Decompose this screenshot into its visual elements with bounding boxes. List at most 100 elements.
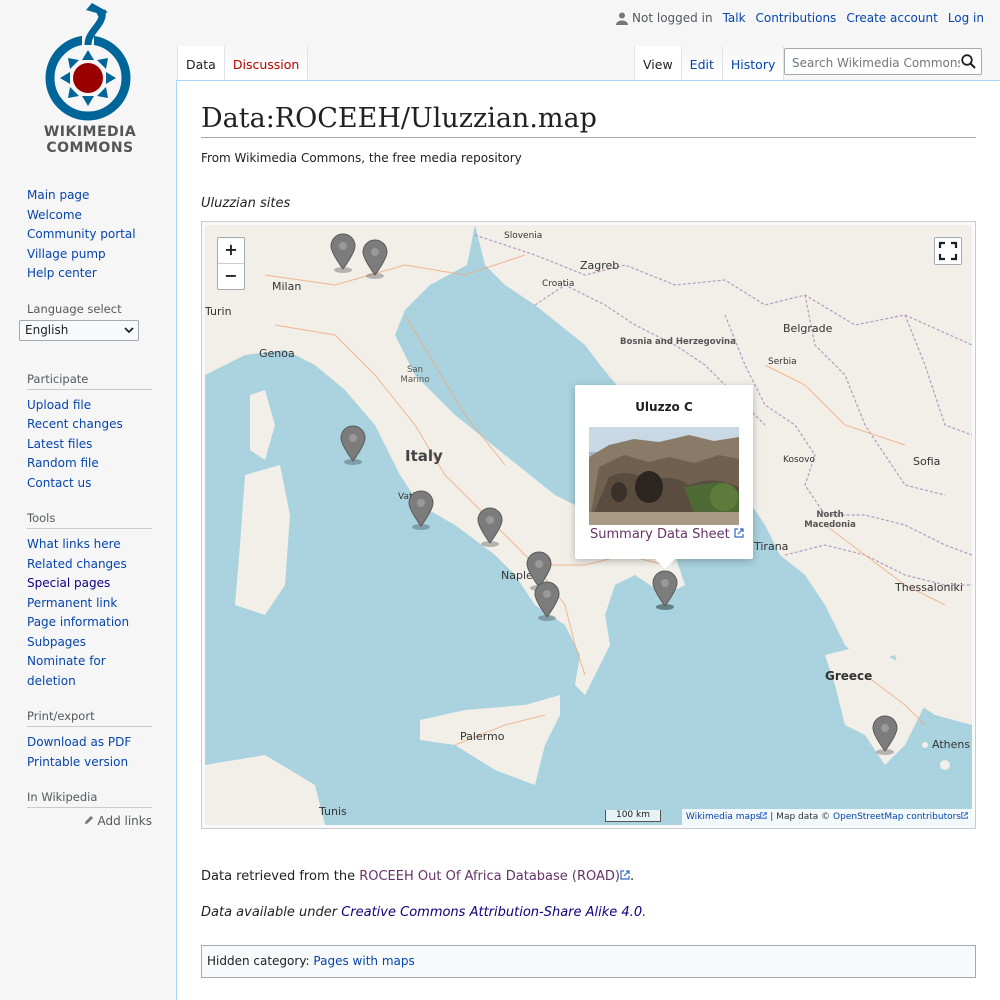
print-export-heading: Print/export xyxy=(27,709,152,727)
site-marker[interactable] xyxy=(871,715,899,755)
logo-line-2: COMMONS xyxy=(46,140,134,156)
search-input[interactable] xyxy=(790,52,962,73)
search-box xyxy=(784,48,982,75)
tab-history[interactable]: History xyxy=(721,46,785,80)
interactive-map[interactable]: Slovenia Zagreb Milan Turin Croatia Belg… xyxy=(205,225,972,825)
map-label-genoa: Genoa xyxy=(259,347,295,360)
license-link[interactable]: Creative Commons Attribution-Share Alike… xyxy=(341,905,642,920)
map-label-slovenia: Slovenia xyxy=(504,231,543,241)
not-logged-in-text: Not logged in xyxy=(632,11,713,25)
create-account-link[interactable]: Create account xyxy=(846,11,938,25)
search-icon[interactable] xyxy=(961,54,976,69)
site-marker[interactable] xyxy=(329,233,357,273)
sidebar-item-nominate-for-deletion[interactable]: Nominate for deletion xyxy=(27,654,106,688)
sidebar-item-printable-version[interactable]: Printable version xyxy=(27,755,128,769)
talk-link[interactable]: Talk xyxy=(723,11,746,25)
map-scale: 100 km xyxy=(605,810,661,822)
sidebar-tools: Tools What links here Related changes Sp… xyxy=(27,511,152,691)
sidebar-item-download-pdf[interactable]: Download as PDF xyxy=(27,735,131,749)
map-label-sofia: Sofia xyxy=(913,455,941,468)
map-label-athens: Athens xyxy=(932,738,971,751)
sidebar: Main page Welcome Community portal Villa… xyxy=(27,186,152,846)
sidebar-print-export: Print/export Download as PDF Printable v… xyxy=(27,709,152,772)
wikimedia-maps-link[interactable]: Wikimedia maps xyxy=(686,812,761,822)
map-label-bosnia: Bosnia and Herzegovina xyxy=(620,337,736,347)
sidebar-item-contact-us[interactable]: Contact us xyxy=(27,476,91,490)
sidebar-item-permanent-link[interactable]: Permanent link xyxy=(27,596,117,610)
license-prefix: Data available under xyxy=(201,905,342,920)
sidebar-item-welcome[interactable]: Welcome xyxy=(27,208,82,222)
site-marker[interactable] xyxy=(407,490,435,530)
site-marker[interactable] xyxy=(361,239,389,279)
openstreetmap-link[interactable]: OpenStreetMap contributors xyxy=(833,812,961,822)
tab-discussion[interactable]: Discussion xyxy=(223,46,309,80)
map-label-san-marino: San Marino xyxy=(400,365,430,385)
site-tagline: From Wikimedia Commons, the free media r… xyxy=(201,151,522,165)
site-marker[interactable] xyxy=(533,581,561,621)
popup-title: Uluzzo C xyxy=(635,400,693,414)
map-label-tunis: Tunis xyxy=(319,805,347,818)
summary-data-sheet-label: Summary Data Sheet xyxy=(590,527,730,542)
add-links-row[interactable]: Add links xyxy=(27,814,152,828)
sidebar-item-what-links-here[interactable]: What links here xyxy=(27,537,121,551)
sidebar-item-page-information[interactable]: Page information xyxy=(27,615,129,629)
in-wikipedia-heading: In Wikipedia xyxy=(27,790,152,808)
site-marker[interactable] xyxy=(339,425,367,465)
sidebar-item-latest-files[interactable]: Latest files xyxy=(27,437,92,451)
map-label-turin: Turin xyxy=(205,305,232,318)
sidebar-item-upload-file[interactable]: Upload file xyxy=(27,398,91,412)
sidebar-item-recent-changes[interactable]: Recent changes xyxy=(27,417,123,431)
language-select[interactable]: English xyxy=(19,320,139,341)
zoom-control: + − xyxy=(217,237,245,290)
summary-data-sheet-link[interactable]: Summary Data Sheet xyxy=(590,527,744,542)
language-select-heading: Language select xyxy=(27,301,122,316)
sidebar-item-special-pages[interactable]: Special pages xyxy=(27,576,110,590)
tab-view[interactable]: View xyxy=(634,46,681,80)
map-label-tirana: Tirana xyxy=(754,540,789,553)
hidden-category-label: Hidden category: xyxy=(207,954,314,968)
map-label-croatia: Croatia xyxy=(542,279,575,289)
log-in-link[interactable]: Log in xyxy=(948,11,984,25)
map-caption: Uluzzian sites xyxy=(201,196,291,211)
site-marker[interactable] xyxy=(476,507,504,547)
zoom-out-button[interactable]: − xyxy=(218,263,244,289)
sidebar-item-community-portal[interactable]: Community portal xyxy=(27,227,136,241)
user-status: Not logged in xyxy=(616,11,713,25)
site-photo[interactable] xyxy=(589,427,739,525)
license-suffix: . xyxy=(642,905,647,920)
data-source-suffix: . xyxy=(630,869,635,884)
page-title: Data:ROCEEH/Uluzzian.map xyxy=(201,101,976,138)
zoom-in-button[interactable]: + xyxy=(218,238,244,263)
main-content: Data:ROCEEH/Uluzzian.map From Wikimedia … xyxy=(176,80,1000,1000)
sidebar-item-help-center[interactable]: Help center xyxy=(27,266,97,280)
external-link-icon xyxy=(961,812,968,819)
personal-tools: Not logged in Talk Contributions Create … xyxy=(616,11,984,25)
external-link-icon xyxy=(734,528,744,538)
wikimedia-commons-logo[interactable]: WIKIMEDIA COMMONS xyxy=(30,0,150,160)
map-label-greece: Greece xyxy=(825,669,873,683)
sidebar-item-subpages[interactable]: Subpages xyxy=(27,635,86,649)
participate-heading: Participate xyxy=(27,372,152,390)
tab-data[interactable]: Data xyxy=(177,46,224,80)
map-label-belgrade: Belgrade xyxy=(783,322,833,335)
map-label-thessaloniki: Thessaloniki xyxy=(895,581,963,594)
sidebar-navigation: Main page Welcome Community portal Villa… xyxy=(27,186,152,284)
logo-line-1: WIKIMEDIA xyxy=(43,124,137,140)
map-attribution: Wikimedia maps | Map data © OpenStreetMa… xyxy=(681,809,972,825)
road-database-link[interactable]: ROCEEH Out Of Africa Database (ROAD) xyxy=(359,869,620,884)
map-label-north-macedonia: North Macedonia xyxy=(804,510,856,530)
data-source-line: Data retrieved from the ROCEEH Out Of Af… xyxy=(201,869,634,884)
site-marker-selected[interactable] xyxy=(651,570,679,610)
tools-heading: Tools xyxy=(27,511,152,529)
sidebar-item-main-page[interactable]: Main page xyxy=(27,188,89,202)
category-links: Hidden category: Pages with maps xyxy=(201,945,976,978)
tab-edit[interactable]: Edit xyxy=(680,46,722,80)
sidebar-item-related-changes[interactable]: Related changes xyxy=(27,557,127,571)
sidebar-item-village-pump[interactable]: Village pump xyxy=(27,247,106,261)
contributions-link[interactable]: Contributions xyxy=(756,11,837,25)
fullscreen-button[interactable] xyxy=(934,237,962,265)
map-label-palermo: Palermo xyxy=(460,730,505,743)
add-links-label: Add links xyxy=(97,814,152,828)
sidebar-item-random-file[interactable]: Random file xyxy=(27,456,99,470)
category-pages-with-maps[interactable]: Pages with maps xyxy=(313,954,414,968)
